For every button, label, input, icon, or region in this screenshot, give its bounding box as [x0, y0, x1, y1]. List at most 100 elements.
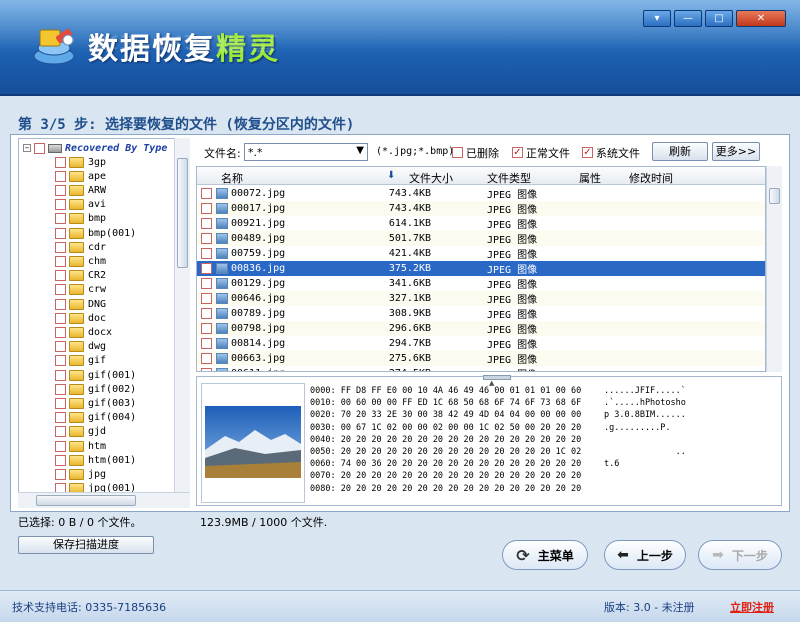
previous-step-button[interactable]: ⬅ 上一步 [604, 540, 686, 570]
table-vertical-scrollbar[interactable] [766, 166, 782, 372]
tree-item[interactable]: crw [55, 283, 106, 297]
tree-item[interactable]: CR2 [55, 269, 106, 283]
tree-item[interactable]: bmp(001) [55, 226, 136, 240]
row-checkbox[interactable] [201, 338, 212, 349]
row-checkbox[interactable] [201, 203, 212, 214]
tree-item[interactable]: chm [55, 254, 106, 268]
tree-item[interactable]: gif(002) [55, 382, 136, 396]
tree-item[interactable]: jpg [55, 467, 106, 481]
refresh-button[interactable]: 刷新 [652, 142, 708, 161]
minimize-button[interactable]: — [674, 10, 702, 27]
checkbox[interactable] [55, 383, 66, 395]
table-row[interactable]: 00798.jpg 296.6KB JPEG 图像 [197, 321, 765, 336]
normal-files-checkbox[interactable]: ✓ [512, 147, 523, 158]
checkbox[interactable] [55, 170, 66, 182]
column-header-type[interactable]: 文件类型 [487, 170, 531, 186]
tree-item[interactable]: htm [55, 439, 106, 453]
table-row[interactable]: 00017.jpg 743.4KB JPEG 图像 [197, 201, 765, 216]
tree-root[interactable]: − Recovered By Type [23, 141, 167, 155]
tree-item[interactable]: avi [55, 198, 106, 212]
tree-item[interactable]: bmp [55, 212, 106, 226]
row-checkbox[interactable] [201, 368, 212, 371]
tree-item[interactable]: cdr [55, 240, 106, 254]
table-row[interactable]: 00072.jpg 743.4KB JPEG 图像 [197, 186, 765, 201]
checkbox[interactable] [55, 255, 66, 267]
checkbox[interactable] [55, 213, 66, 225]
checkbox[interactable] [55, 270, 66, 282]
table-row[interactable]: 00646.jpg 327.1KB JPEG 图像 [197, 291, 765, 306]
more-button[interactable]: 更多>> [712, 142, 760, 161]
save-scan-progress-button[interactable]: 保存扫描进度 [18, 536, 154, 554]
close-button[interactable]: ✕ [736, 10, 786, 27]
tree-item[interactable]: gif [55, 354, 106, 368]
tree-item[interactable]: docx [55, 325, 112, 339]
row-checkbox[interactable] [201, 323, 212, 334]
checkbox[interactable] [55, 156, 66, 168]
checkbox[interactable] [55, 241, 66, 253]
tree-item[interactable]: htm(001) [55, 453, 136, 467]
tree-item[interactable]: gif(001) [55, 368, 136, 382]
deleted-checkbox[interactable] [452, 147, 463, 158]
tree-item[interactable]: gjd [55, 425, 106, 439]
table-row[interactable]: 00789.jpg 308.9KB JPEG 图像 [197, 306, 765, 321]
file-table[interactable]: 名称 ⬇ 文件大小 文件类型 属性 修改时间 00072.jpg 743.4KB J… [196, 166, 766, 372]
tree-horizontal-scrollbar[interactable] [18, 492, 190, 508]
row-checkbox[interactable] [201, 278, 212, 289]
row-checkbox[interactable] [201, 263, 212, 274]
table-row[interactable]: 00921.jpg 614.1KB JPEG 图像 [197, 216, 765, 231]
checkbox[interactable] [55, 341, 66, 353]
column-header-size[interactable]: 文件大小 [409, 170, 453, 186]
checkbox[interactable] [55, 326, 66, 338]
register-link[interactable]: 立即注册 [730, 599, 774, 615]
row-checkbox[interactable] [201, 248, 212, 259]
filename-input[interactable]: *.* ▼ [244, 143, 368, 161]
checkbox[interactable] [34, 142, 45, 154]
column-header-name[interactable]: 名称 [221, 170, 243, 186]
checkbox[interactable] [55, 426, 66, 438]
checkbox[interactable] [55, 284, 66, 296]
checkbox[interactable] [55, 312, 66, 324]
menu-dropdown-button[interactable]: ▾ [643, 10, 671, 27]
tree-vertical-scrollbar[interactable] [174, 138, 190, 492]
tree-item[interactable]: gif(003) [55, 396, 136, 410]
checkbox[interactable] [55, 227, 66, 239]
column-header-modified[interactable]: 修改时间 [629, 170, 673, 186]
maximize-button[interactable]: □ [705, 10, 733, 27]
tree-item[interactable]: ARW [55, 183, 106, 197]
table-row[interactable]: 00489.jpg 501.7KB JPEG 图像 [197, 231, 765, 246]
row-checkbox[interactable] [201, 233, 212, 244]
chevron-down-icon[interactable]: ▼ [356, 145, 364, 156]
checkbox[interactable] [55, 199, 66, 211]
checkbox[interactable] [55, 397, 66, 409]
table-row[interactable]: 00814.jpg 294.7KB JPEG 图像 [197, 336, 765, 351]
tree-item[interactable]: doc [55, 311, 106, 325]
checkbox[interactable] [55, 440, 66, 452]
row-checkbox[interactable] [201, 308, 212, 319]
tree-item[interactable]: ape [55, 169, 106, 183]
checkbox[interactable] [55, 184, 66, 196]
tree-item[interactable]: dwg [55, 340, 106, 354]
checkbox[interactable] [55, 412, 66, 424]
checkbox[interactable] [55, 298, 66, 310]
tree-item[interactable]: gif(004) [55, 411, 136, 425]
table-row[interactable]: 00611.jpg 274.5KB JPEG 图像 [197, 366, 765, 371]
next-step-button[interactable]: ➡ 下一步 [698, 540, 782, 570]
checkbox[interactable] [55, 369, 66, 381]
tree-item[interactable]: 3gp [55, 155, 106, 169]
row-checkbox[interactable] [201, 188, 212, 199]
row-checkbox[interactable] [201, 353, 212, 364]
checkbox[interactable] [55, 355, 66, 367]
column-header-attributes[interactable]: 属性 [579, 170, 601, 186]
tree-item[interactable]: DNG [55, 297, 106, 311]
table-row[interactable]: 00129.jpg 341.6KB JPEG 图像 [197, 276, 765, 291]
main-menu-button[interactable]: ⟳ 主菜单 [502, 540, 588, 570]
row-checkbox[interactable] [201, 218, 212, 229]
checkbox[interactable] [55, 468, 66, 480]
checkbox[interactable] [55, 454, 66, 466]
table-row[interactable]: 00759.jpg 421.4KB JPEG 图像 [197, 246, 765, 261]
table-row[interactable]: 00836.jpg 375.2KB JPEG 图像 [197, 261, 765, 276]
table-row[interactable]: 00663.jpg 275.6KB JPEG 图像 [197, 351, 765, 366]
row-checkbox[interactable] [201, 293, 212, 304]
system-files-checkbox[interactable]: ✓ [582, 147, 593, 158]
collapse-icon[interactable]: − [23, 144, 31, 152]
